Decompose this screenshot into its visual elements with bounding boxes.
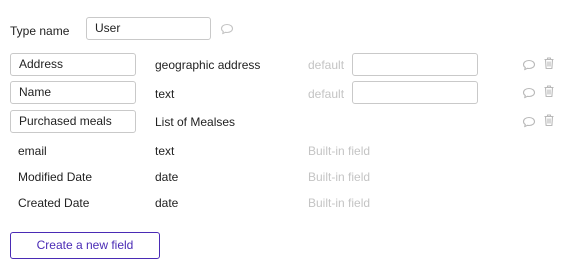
- builtin-field-name: Created Date: [18, 196, 90, 210]
- trash-icon[interactable]: [541, 83, 557, 99]
- speech-bubble-icon[interactable]: [521, 57, 537, 73]
- field-name-purchased-meals[interactable]: Purchased meals: [10, 110, 136, 133]
- builtin-field-type: date: [155, 170, 179, 184]
- builtin-field-note: Built-in field: [308, 170, 371, 184]
- create-new-field-button[interactable]: Create a new field: [10, 232, 160, 259]
- type-name-input[interactable]: User: [86, 17, 211, 40]
- default-label-name: default: [308, 87, 345, 101]
- default-input-address[interactable]: [352, 53, 478, 76]
- speech-bubble-icon[interactable]: [521, 114, 537, 130]
- trash-icon[interactable]: [541, 112, 557, 128]
- builtin-field-type: text: [155, 144, 175, 158]
- builtin-field-note: Built-in field: [308, 196, 371, 210]
- trash-icon[interactable]: [541, 55, 557, 71]
- field-type-address: geographic address: [155, 58, 261, 72]
- type-name-label: Type name: [10, 24, 70, 38]
- builtin-field-note: Built-in field: [308, 144, 371, 158]
- default-input-name[interactable]: [352, 81, 478, 104]
- builtin-field-name: Modified Date: [18, 170, 93, 184]
- field-name-name[interactable]: Name: [10, 81, 136, 104]
- speech-bubble-icon[interactable]: [521, 85, 537, 101]
- builtin-field-type: date: [155, 196, 179, 210]
- default-label-address: default: [308, 58, 345, 72]
- field-name-address[interactable]: Address: [10, 53, 136, 76]
- field-type-name: text: [155, 87, 175, 101]
- field-type-purchased-meals: List of Mealses: [155, 115, 236, 129]
- builtin-field-name: email: [18, 144, 47, 158]
- speech-bubble-icon[interactable]: [219, 21, 235, 37]
